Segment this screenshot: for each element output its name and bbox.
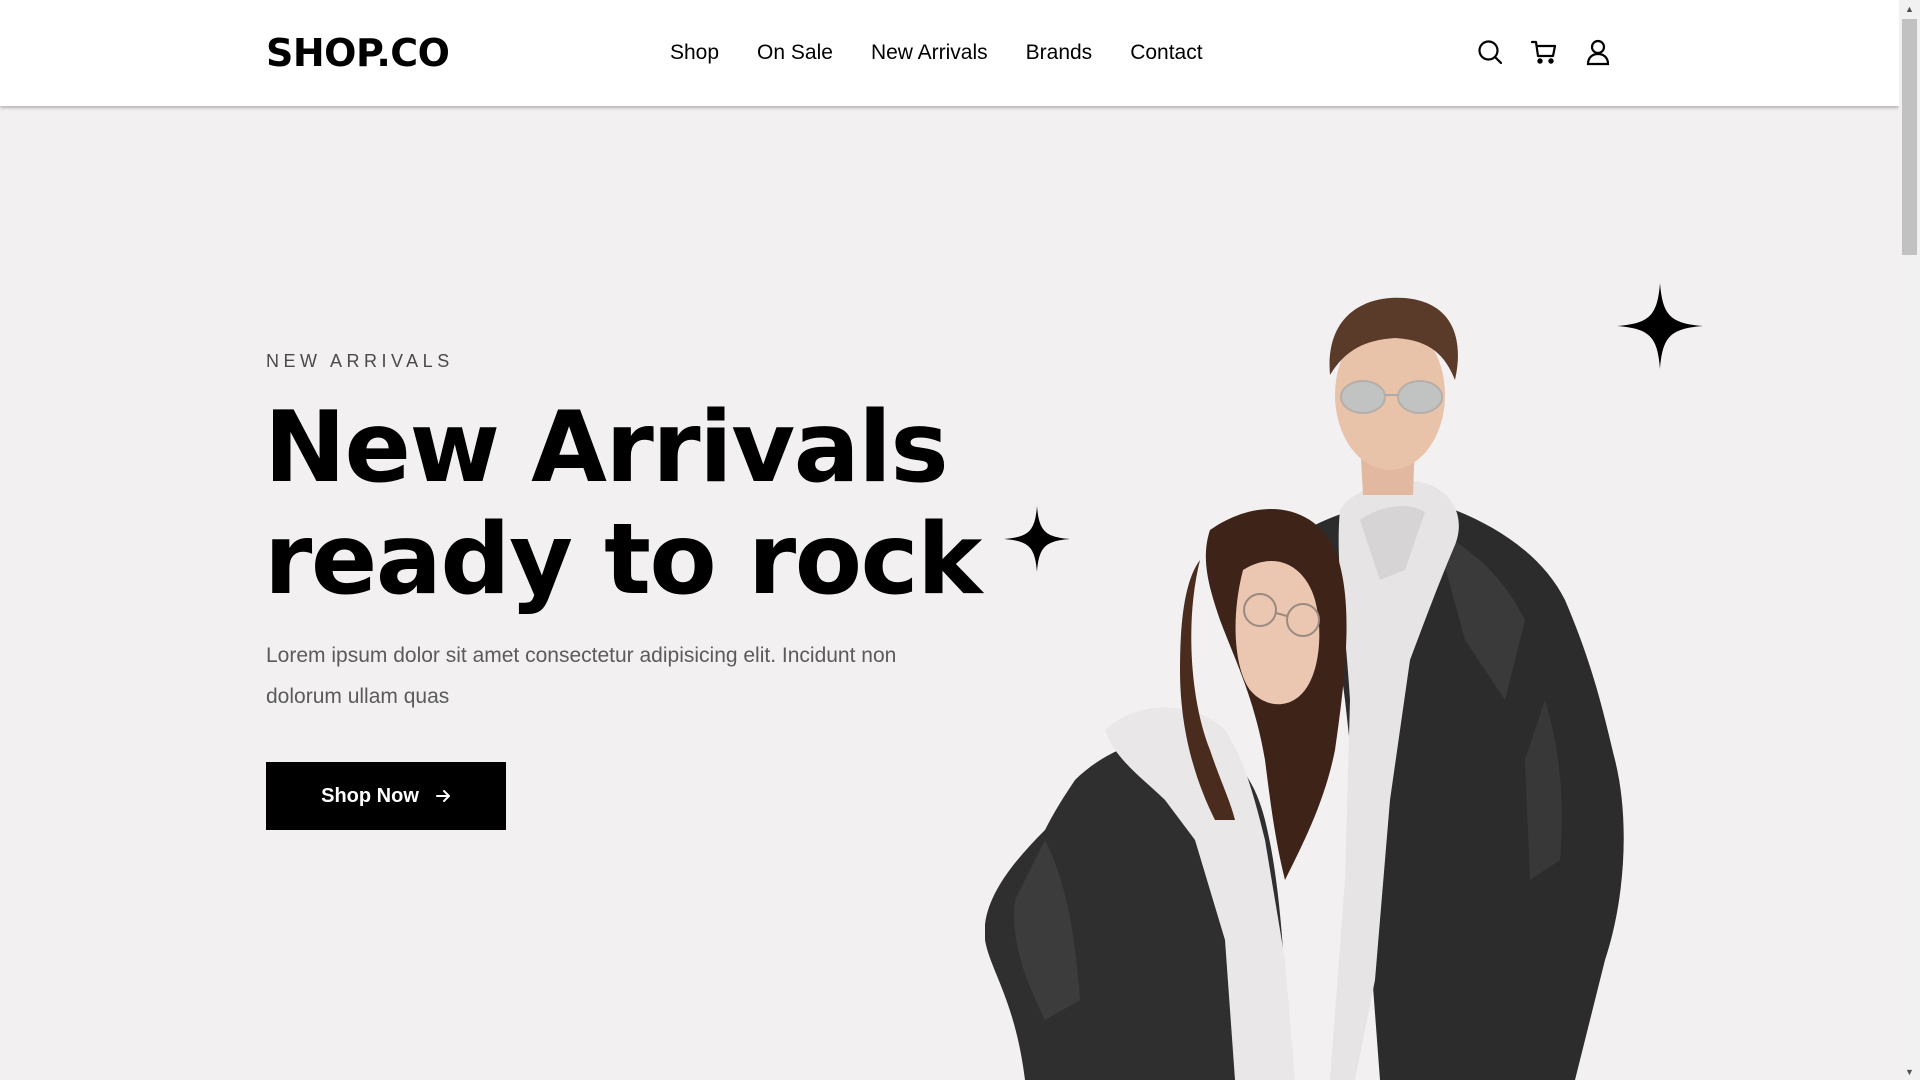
header-icons: [1475, 36, 1613, 68]
main-nav: Shop On Sale New Arrivals Brands Contact: [670, 36, 1241, 70]
arrow-right-icon: [435, 790, 450, 802]
nav-new-arrivals[interactable]: New Arrivals: [871, 36, 988, 70]
logo[interactable]: SHOP.CO: [266, 26, 450, 80]
site-header: SHOP.CO Shop On Sale New Arrivals Brands…: [0, 0, 1899, 106]
nav-shop[interactable]: Shop: [670, 36, 719, 70]
nav-on-sale[interactable]: On Sale: [757, 36, 833, 70]
page: SHOP.CO Shop On Sale New Arrivals Brands…: [0, 0, 1899, 1080]
cart-icon: [1530, 40, 1557, 64]
account-button[interactable]: [1583, 36, 1613, 68]
hero-title-line-1: New Arrivals: [264, 391, 949, 505]
scroll-down-arrow-icon[interactable]: ▼: [1899, 1063, 1920, 1080]
vertical-scrollbar[interactable]: ▲ ▼: [1899, 0, 1920, 1080]
hero-description: Lorem ipsum dolor sit amet consectetur a…: [266, 644, 897, 708]
scroll-up-arrow-icon[interactable]: ▲: [1899, 0, 1920, 17]
hero-title-line-2: ready to rock: [264, 503, 982, 617]
shop-now-button[interactable]: Shop Now: [266, 762, 506, 830]
cart-button[interactable]: [1529, 36, 1559, 68]
search-icon: [1478, 40, 1503, 65]
hero-title: New Arrivals ready to rock: [264, 392, 1024, 616]
hero-eyebrow: NEW ARRIVALS: [266, 351, 454, 371]
nav-brands[interactable]: Brands: [1026, 36, 1093, 70]
user-icon: [1586, 39, 1610, 66]
nav-contact[interactable]: Contact: [1130, 36, 1202, 70]
scrollbar-thumb[interactable]: [1902, 19, 1917, 255]
search-button[interactable]: [1475, 36, 1505, 68]
shop-now-label: Shop Now: [321, 784, 419, 807]
hero-image-couple: [985, 297, 1624, 1080]
